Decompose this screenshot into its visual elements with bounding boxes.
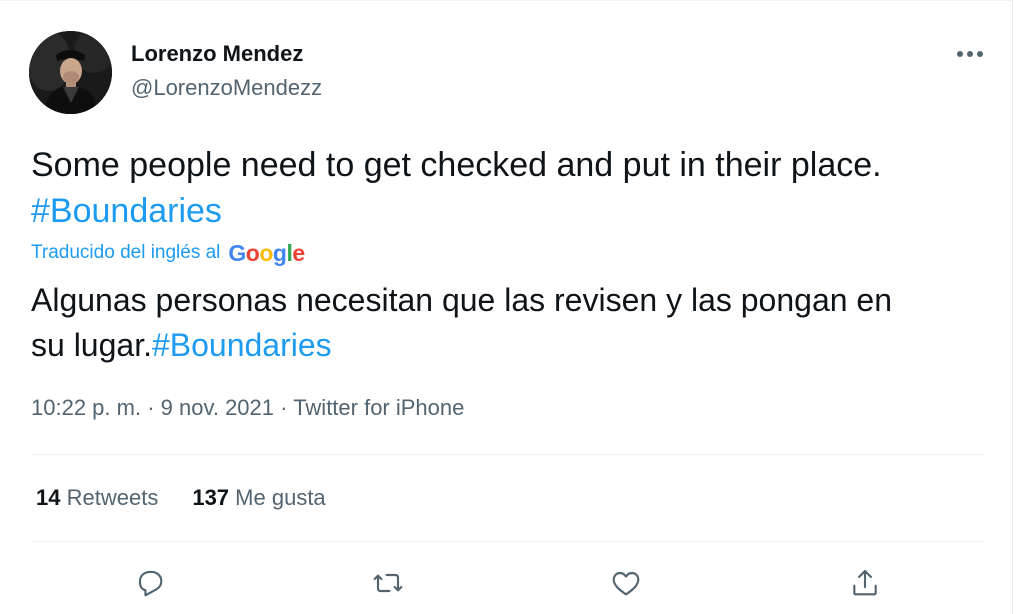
likes-count: 137 xyxy=(192,485,230,510)
translated-text: Algunas personas necesitan que las revis… xyxy=(31,278,931,368)
share-button[interactable] xyxy=(845,563,885,603)
avatar[interactable] xyxy=(29,31,112,114)
translated-hashtag-link[interactable]: #Boundaries xyxy=(152,327,332,363)
google-logo: Google xyxy=(228,239,305,267)
retweets-label: Retweets xyxy=(66,485,159,510)
author-handle[interactable]: @LorenzoMendezz xyxy=(131,75,322,101)
translation-attribution: Traducido del inglés al Google xyxy=(31,238,305,268)
tweet-text-main: Some people need to get checked and put … xyxy=(31,146,882,184)
tweet-text: Some people need to get checked and put … xyxy=(31,142,931,234)
google-letter: e xyxy=(292,239,305,266)
meta-separator: · xyxy=(147,395,155,420)
reply-icon xyxy=(138,570,163,597)
likes-label: Me gusta xyxy=(235,485,326,510)
action-bar xyxy=(0,563,1012,603)
divider xyxy=(31,541,986,542)
hashtag-link[interactable]: #Boundaries xyxy=(31,192,222,230)
reply-button[interactable] xyxy=(130,563,170,603)
google-letter: o xyxy=(245,239,260,266)
heart-icon xyxy=(612,571,640,596)
tweet-time[interactable]: 10:22 p. m. xyxy=(31,395,141,420)
tweet-card: Lorenzo Mendez @LorenzoMendezz Some peop… xyxy=(0,0,1013,614)
share-icon xyxy=(853,569,877,596)
google-letter: G xyxy=(228,239,246,266)
google-letter: g xyxy=(272,239,287,266)
more-dots-icon xyxy=(957,51,983,57)
meta-separator: · xyxy=(280,395,288,420)
retweet-icon xyxy=(373,573,403,593)
retweets-count: 14 xyxy=(36,485,61,510)
retweet-button[interactable] xyxy=(368,563,408,603)
like-button[interactable] xyxy=(606,563,646,603)
divider xyxy=(31,454,986,455)
google-letter: o xyxy=(259,239,273,266)
tweet-source[interactable]: Twitter for iPhone xyxy=(293,395,464,420)
tweet-meta: 10:22 p. m. · 9 nov. 2021 · Twitter for … xyxy=(31,395,464,421)
translation-label[interactable]: Traducido del inglés al xyxy=(31,242,220,264)
retweets-stat[interactable]: 14 Retweets xyxy=(36,485,158,511)
likes-stat[interactable]: 137 Me gusta xyxy=(192,485,325,511)
tweet-date[interactable]: 9 nov. 2021 xyxy=(161,395,274,420)
author-name[interactable]: Lorenzo Mendez xyxy=(131,41,303,67)
avatar-image xyxy=(29,31,112,114)
more-options-button[interactable] xyxy=(953,39,987,69)
tweet-stats: 14 Retweets 137 Me gusta xyxy=(36,485,360,511)
